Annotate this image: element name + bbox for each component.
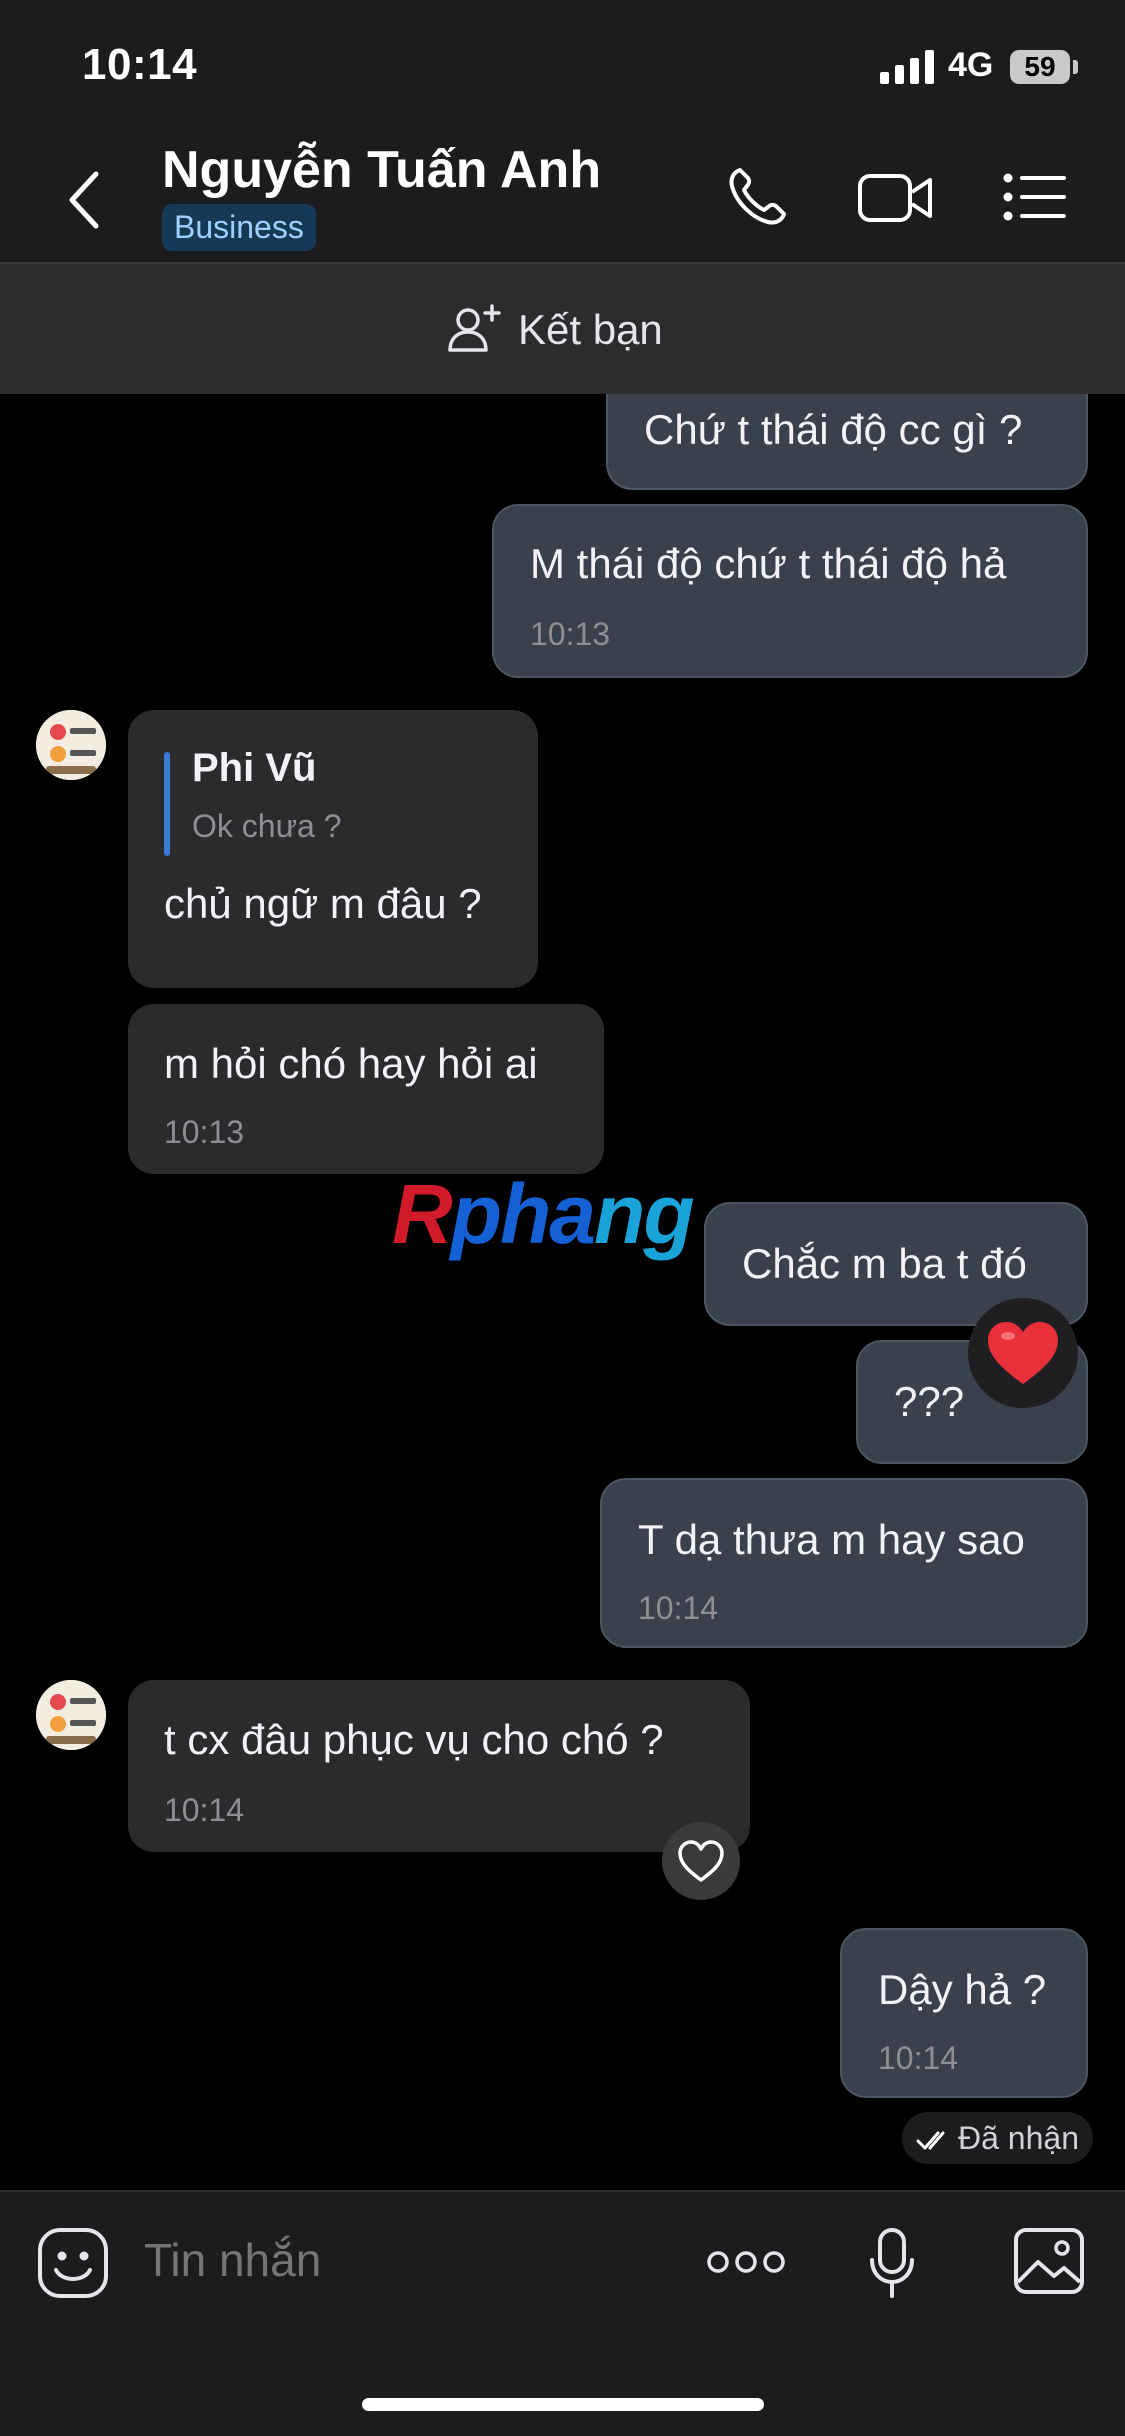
message-bubble-outgoing[interactable]: T dạ thưa m hay sao 10:14 xyxy=(600,1478,1088,1648)
message-input[interactable] xyxy=(142,2232,666,2288)
more-icon[interactable] xyxy=(706,2244,786,2280)
signal-icon xyxy=(880,50,934,84)
delivery-status: Đã nhận xyxy=(902,2112,1093,2164)
list-menu-icon[interactable] xyxy=(1000,162,1070,232)
message-bubble-outgoing[interactable]: M thái độ chứ t thái độ hả 10:13 xyxy=(492,504,1088,678)
image-icon[interactable] xyxy=(1012,2226,1086,2296)
network-label: 4G xyxy=(948,46,994,84)
reaction-heart[interactable] xyxy=(968,1298,1078,1408)
sticker-icon[interactable] xyxy=(36,2226,110,2300)
message-text: t cx đâu phục vụ cho chó ? xyxy=(164,1716,664,1763)
message-text: ??? xyxy=(894,1378,965,1425)
business-badge: Business xyxy=(162,204,316,251)
reply-quote-name: Phi Vũ xyxy=(192,746,317,790)
contact-avatar[interactable] xyxy=(36,710,106,780)
message-time: 10:14 xyxy=(638,1590,719,1626)
delivery-status-label: Đã nhận xyxy=(958,2120,1079,2156)
message-bubble-outgoing[interactable]: Chứ t thái độ cc gì ? xyxy=(606,394,1088,490)
message-time: 10:13 xyxy=(530,616,611,652)
heart-icon xyxy=(988,1322,1058,1384)
message-bubble-incoming[interactable]: m hỏi chó hay hỏi ai 10:13 xyxy=(128,1004,604,1174)
message-bubble-incoming[interactable]: t cx đâu phục vụ cho chó ? 10:14 xyxy=(128,1680,750,1852)
message-text: T dạ thưa m hay sao xyxy=(638,1516,1025,1563)
watermark: Rphang xyxy=(392,1167,695,1261)
composer-divider xyxy=(0,2190,1125,2192)
message-text: M thái độ chứ t thái độ hả xyxy=(530,540,1007,587)
message-text: chủ ngữ m đâu ? xyxy=(164,880,482,927)
avatar-image xyxy=(36,1680,106,1750)
message-time: 10:14 xyxy=(164,1792,245,1828)
add-friend-icon xyxy=(448,304,501,352)
contact-avatar[interactable] xyxy=(36,1680,106,1750)
phone-icon[interactable] xyxy=(722,162,792,232)
message-text: m hỏi chó hay hỏi ai xyxy=(164,1040,538,1087)
message-text: Chứ t thái độ cc gì ? xyxy=(644,406,1023,453)
message-bubble-incoming[interactable]: Phi Vũ Ok chưa ? chủ ngữ m đâu ? xyxy=(128,710,538,988)
microphone-icon[interactable] xyxy=(866,2226,918,2302)
message-text: Chắc m ba t đó xyxy=(742,1240,1027,1287)
reply-quote-bar xyxy=(164,752,170,856)
status-time: 10:14 xyxy=(82,40,198,89)
message-bubble-outgoing[interactable]: Dậy hả ? 10:14 xyxy=(840,1928,1088,2098)
reply-quote-text: Ok chưa ? xyxy=(192,808,342,844)
battery-tip xyxy=(1073,60,1078,74)
double-check-icon xyxy=(916,2131,945,2150)
message-time: 10:13 xyxy=(164,1114,245,1150)
back-chevron-icon[interactable] xyxy=(66,170,102,230)
battery-indicator: 59 xyxy=(1010,50,1070,84)
contact-name[interactable]: Nguyễn Tuấn Anh xyxy=(162,140,601,200)
avatar-image xyxy=(36,710,106,780)
home-indicator[interactable] xyxy=(362,2398,764,2411)
message-time: 10:14 xyxy=(878,2040,959,2076)
react-button[interactable] xyxy=(662,1822,740,1900)
add-friend-label: Kết bạn xyxy=(518,306,663,353)
heart-outline-icon xyxy=(678,1840,724,1882)
video-call-icon[interactable] xyxy=(856,162,934,232)
message-text: Dậy hả ? xyxy=(878,1966,1047,2013)
